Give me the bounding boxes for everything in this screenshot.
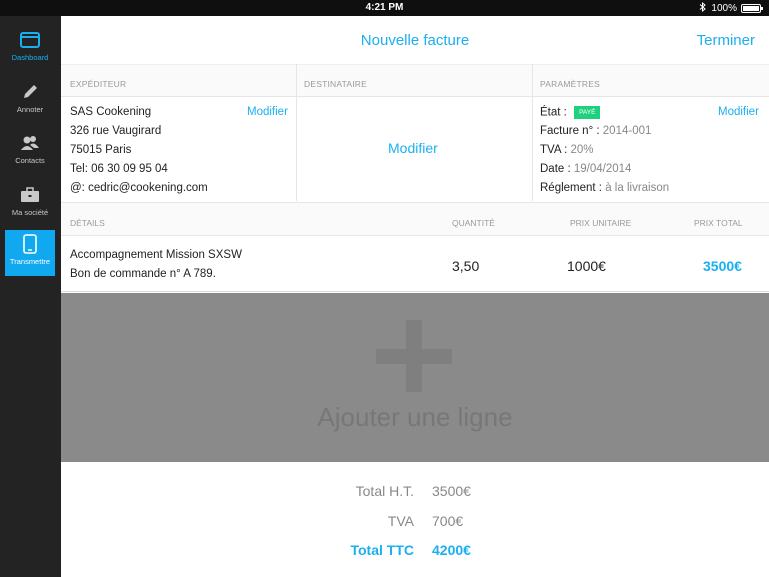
column-divider	[532, 64, 533, 201]
sender-city: 75015 Paris	[70, 144, 132, 156]
payment-value: à la livraison	[605, 182, 670, 194]
dashboard-icon	[20, 30, 40, 50]
total-price-column-label: PRIX TOTAL	[694, 218, 743, 228]
line-description: Accompagnement Mission SXSW	[70, 249, 242, 261]
line-unit-price: 1000€	[567, 258, 606, 274]
sidebar-item-label: Annoter	[16, 105, 44, 114]
status-right: 100%	[699, 1, 763, 15]
line-total: 3500€	[703, 258, 742, 274]
sidebar-item-label: Transmettre	[9, 257, 51, 266]
recipient-edit-button[interactable]: Modifier	[388, 140, 438, 156]
sender-name: SAS Cookening	[70, 106, 152, 118]
column-divider	[296, 64, 297, 201]
sidebar-item-societe[interactable]: Ma société	[5, 181, 55, 223]
total-ttc-label: Total TTC	[350, 542, 414, 558]
sender-edit-button[interactable]: Modifier	[247, 106, 288, 118]
sender-email: @: cedric@cookening.com	[70, 182, 208, 194]
sidebar-item-dashboard[interactable]: Dashboard	[5, 26, 55, 68]
sender-section-label: EXPÉDITEUR	[70, 79, 127, 89]
unit-price-column-label: PRIX UNITAIRE	[570, 218, 632, 228]
page-title: Nouvelle facture	[360, 32, 470, 49]
params-edit-button[interactable]: Modifier	[718, 106, 759, 118]
add-line-label: Ajouter une ligne	[317, 402, 513, 432]
sender-street: 326 rue Vaugirard	[70, 125, 162, 137]
info-section-header	[61, 64, 769, 97]
pencil-icon	[20, 82, 40, 102]
invoice-number-value: 2014-001	[602, 125, 652, 137]
plus-icon-bar	[376, 349, 452, 364]
battery-percent: 100%	[711, 3, 737, 14]
status-badge: PAYÉ	[574, 106, 601, 119]
state-label: État :	[540, 106, 567, 119]
tva-total-label: TVA	[387, 513, 414, 529]
line-reference: Bon de commande n° A 789.	[70, 268, 216, 280]
sidebar-item-transmettre[interactable]: Transmettre	[5, 230, 55, 276]
date-row: Date : 19/04/2014	[540, 163, 631, 175]
sidebar: Dashboard Annoter Contacts Ma société Tr…	[0, 16, 61, 577]
params-section-label: PARAMÈTRES	[540, 79, 600, 89]
state-row: État : PAYÉ	[540, 106, 601, 119]
invoice-number-row: Facture n° : 2014-001	[540, 125, 651, 137]
done-button[interactable]: Terminer	[697, 32, 755, 49]
table-row[interactable]	[61, 236, 769, 292]
date-value: 19/04/2014	[573, 163, 632, 175]
invoice-number-label: Facture n° :	[540, 125, 600, 137]
total-ttc-value: 4200€	[432, 542, 471, 558]
sender-tel: Tel: 06 30 09 95 04	[70, 163, 168, 175]
details-header	[61, 202, 769, 236]
tva-value: 20%	[570, 144, 594, 156]
payment-label: Réglement :	[540, 182, 603, 194]
status-time: 4:21 PM	[365, 2, 404, 13]
total-ht-value: 3500€	[432, 483, 471, 499]
bluetooth-icon	[699, 1, 707, 15]
tablet-icon	[20, 234, 40, 254]
tva-total-value: 700€	[432, 513, 464, 529]
header: Nouvelle facture Terminer	[61, 16, 769, 64]
payment-row: Réglement : à la livraison	[540, 182, 669, 194]
sidebar-item-label: Contacts	[15, 156, 45, 165]
recipient-section-label: DESTINATAIRE	[304, 79, 368, 89]
date-label: Date :	[540, 163, 571, 175]
sidebar-item-label: Dashboard	[11, 53, 49, 62]
sidebar-item-contacts[interactable]: Contacts	[5, 129, 55, 171]
battery-icon	[741, 4, 763, 13]
tva-label: TVA :	[540, 144, 568, 156]
sidebar-item-label: Ma société	[11, 208, 49, 217]
briefcase-icon	[20, 185, 40, 205]
quantity-column-label: QUANTITÉ	[452, 218, 495, 228]
total-ht-label: Total H.T.	[355, 483, 414, 499]
totals-section	[61, 462, 769, 577]
sidebar-item-annoter[interactable]: Annoter	[5, 78, 55, 120]
status-bar: 4:21 PM 100%	[0, 0, 769, 16]
tva-row: TVA : 20%	[540, 144, 594, 156]
contacts-icon	[20, 133, 40, 153]
details-column-label: DÉTAILS	[70, 218, 105, 228]
line-quantity: 3,50	[452, 258, 480, 274]
